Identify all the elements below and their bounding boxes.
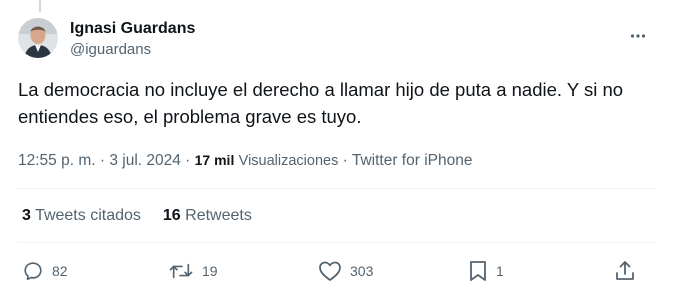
more-icon	[630, 34, 646, 38]
tweet-date[interactable]: 3 jul. 2024	[109, 152, 181, 169]
avatar[interactable]	[18, 18, 58, 58]
divider	[18, 242, 656, 243]
meta-separator: ·	[95, 152, 110, 169]
retweets-count: 16	[162, 207, 181, 224]
quote-tweets-stat[interactable]: 3 Tweets citados	[22, 206, 141, 226]
retweet-count: 19	[202, 263, 218, 279]
retweets-stat[interactable]: 16 Retweets	[163, 206, 252, 226]
share-button[interactable]	[614, 258, 636, 284]
like-button[interactable]: 303	[318, 258, 373, 284]
reply-icon	[24, 262, 42, 281]
quote-tweets-label: Tweets citados	[35, 207, 141, 224]
retweets-label: Retweets	[185, 207, 252, 224]
author-display-name[interactable]: Ignasi Guardans	[70, 19, 195, 39]
retweet-button[interactable]: 19	[168, 258, 218, 284]
tweet-text: La democracia no incluye el derecho a ll…	[18, 79, 624, 127]
author-names: Ignasi Guardans @iguardans	[70, 16, 195, 60]
tweet-card: Ignasi Guardans @iguardans La democracia…	[0, 0, 674, 298]
views-count: 17 mil	[194, 152, 235, 168]
tweet-source[interactable]: Twitter for iPhone	[352, 152, 473, 169]
bookmark-icon	[470, 261, 486, 281]
action-bar: 82 19 303 1	[18, 258, 656, 284]
more-options-button[interactable]	[628, 26, 648, 46]
tweet-meta: 12:55 p. m. · 3 jul. 2024 · 17 mil Visua…	[18, 150, 472, 171]
bookmark-count: 1	[496, 263, 504, 279]
reply-button[interactable]: 82	[22, 258, 68, 284]
retweet-icon	[169, 263, 193, 279]
divider	[18, 188, 656, 189]
like-icon	[319, 261, 341, 281]
tweet-time[interactable]: 12:55 p. m.	[18, 152, 96, 169]
tweet-header: Ignasi Guardans @iguardans	[18, 16, 656, 64]
meta-separator: ·	[180, 152, 195, 169]
author-handle[interactable]: @iguardans	[70, 40, 195, 60]
share-icon	[616, 261, 634, 280]
like-count: 303	[350, 263, 374, 279]
bookmark-button[interactable]: 1	[468, 258, 504, 284]
quote-tweets-count: 3	[22, 207, 31, 224]
tweet-stats: 3 Tweets citados 16 Retweets	[22, 206, 252, 226]
meta-separator: ·	[338, 152, 352, 169]
views-label: Visualizaciones	[238, 153, 339, 169]
reply-count: 82	[52, 263, 68, 279]
